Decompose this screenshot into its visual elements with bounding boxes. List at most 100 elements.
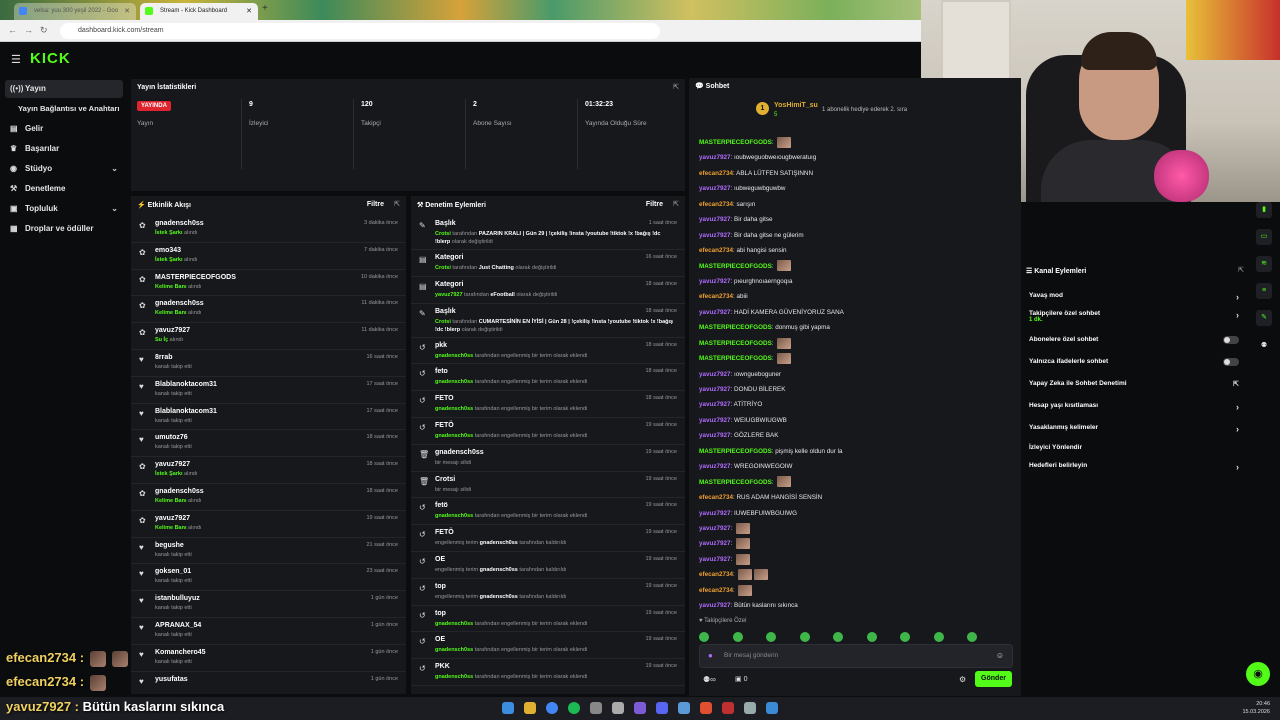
signal-tool-icon[interactable]: ≋	[1256, 256, 1272, 272]
chat-username[interactable]: yavuz7927	[699, 510, 731, 517]
sidebar-item-drops[interactable]: ▦ Droplar ve ödüller	[5, 220, 123, 238]
chat-username[interactable]: efecan2734	[699, 201, 733, 208]
chat-message[interactable]: yavuz7927: ıubweguwbguwbw	[699, 181, 1014, 196]
chat-message[interactable]: efecan2734:	[699, 583, 1014, 598]
chat-username[interactable]: efecan2734	[699, 571, 733, 578]
app-icon[interactable]	[744, 702, 756, 714]
chat-username[interactable]: yavuz7927	[699, 371, 731, 378]
channel-action-item[interactable]: Yasaklanmış kelimeler ›	[1029, 424, 1239, 434]
activity-row[interactable]: ✿ yavuz7927 Kelime Banı alındı 19 saat önce	[131, 511, 406, 538]
activity-row[interactable]: ♥ Blablanoktacom31 kanalı takip etti 17 saa…	[131, 404, 406, 431]
forward-icon[interactable]: →	[24, 25, 33, 35]
pinned-gift-leader[interactable]: 1 YosHimiT_su 5 1 abonelik hediye ederek…	[754, 100, 1014, 124]
chat-message[interactable]: yavuz7927: GÖZLERE BAK	[699, 428, 1014, 443]
activity-row[interactable]: ✿ gnadensch0ss Kelime Banı alındı 11 dakika…	[131, 296, 406, 324]
chat-message[interactable]: yavuz7927: HADİ KAMERA GÜVENİYORUZ SANA	[699, 305, 1014, 320]
chat-message[interactable]: yavuz7927: ATİTRİYO	[699, 397, 1014, 412]
chat-bubble-button[interactable]: ◉	[1246, 662, 1270, 686]
channel-action-item[interactable]: Yapay Zeka ile Sohbet Denetimi ⇱	[1029, 380, 1239, 388]
moderation-filter-button[interactable]: Filtre	[646, 201, 663, 208]
chat-message[interactable]: efecan2734:	[699, 567, 1014, 582]
moderation-row[interactable]: ▤ Kategori Crotsi tarafından Just Chatting…	[411, 250, 685, 277]
chat-username[interactable]: yavuz7927	[699, 278, 731, 285]
moderation-row[interactable]: ↺ pkk gnadensch0ss tarafından engellenmiş …	[411, 338, 685, 365]
moderation-row[interactable]: ↺ FETÖ gnadensch0ss tarafından engellenmiş…	[411, 418, 685, 445]
channel-action-item[interactable]: Yalnızca ifadelerle sohbet	[1029, 358, 1239, 366]
chat-message[interactable]: yavuz7927: WEIUGBWIUGWB	[699, 413, 1014, 428]
chat-username[interactable]: MASTERPIECEOFGODS	[699, 448, 772, 455]
chat-message[interactable]: efecan2734: abi hangisi sensin	[699, 243, 1014, 258]
chat-username[interactable]: MASTERPIECEOFGODS	[699, 263, 772, 270]
chat-username[interactable]: yavuz7927	[699, 232, 731, 239]
chat-username[interactable]: efecan2734	[699, 170, 733, 177]
sidebar-item-achievements[interactable]: ♛ Başarılar	[5, 140, 123, 158]
chat-username[interactable]: yavuz7927	[699, 525, 731, 532]
activity-row[interactable]: ✿ gnadensch0ss Kelime Banı alındı 18 saat ö…	[131, 484, 406, 511]
moderation-row[interactable]: ↺ PKK gnadensch0ss tarafından engellenmiş …	[411, 659, 685, 686]
chat-message[interactable]: yavuz7927: IUWEBFUIWBGUIWG	[699, 506, 1014, 521]
new-tab-icon[interactable]: +	[262, 3, 268, 14]
spotify-icon[interactable]	[568, 702, 580, 714]
browser-tab-kick[interactable]: Stream - Kick Dashboard ✕	[140, 3, 258, 20]
popout-icon[interactable]: ⇱	[673, 200, 679, 208]
steam-icon[interactable]	[678, 702, 690, 714]
moderation-row[interactable]: ↺ FETÖ engellenmiş terim gnadensch0ss tara…	[411, 525, 685, 552]
app-icon[interactable]	[766, 702, 778, 714]
chat-username[interactable]: yavuz7927	[699, 154, 731, 161]
chat-message[interactable]: MASTERPIECEOFGODS:	[699, 475, 1014, 490]
close-tab-icon[interactable]: ✕	[246, 3, 252, 20]
system-clock[interactable]: 20:46 15.03.2026	[1242, 700, 1270, 716]
chat-message[interactable]: yavuz7927:	[699, 552, 1014, 567]
activity-row[interactable]: ♥ Komanchero45 kanalı takip etti 1 gün önce	[131, 645, 406, 672]
chat-message[interactable]: yavuz7927: WREGOINWEGOIW	[699, 459, 1014, 474]
activity-row[interactable]: ♥ yusufatas 1 gün önce	[131, 672, 406, 699]
chat-username[interactable]: MASTERPIECEOFGODS	[699, 479, 772, 486]
chat-username[interactable]: yavuz7927	[699, 401, 731, 408]
users-tool-icon[interactable]: ⚉	[1256, 338, 1272, 354]
activity-row[interactable]: ♥ begushe kanalı takip etti 21 saat önce	[131, 538, 406, 565]
channel-action-item[interactable]: Hesap yaşı kısıtlaması ›	[1029, 402, 1239, 412]
moderation-row[interactable]: ↺ top gnadensch0ss tarafından engellenmiş …	[411, 606, 685, 633]
sidebar-item-community[interactable]: ▣ Topluluk ⌄	[5, 200, 123, 218]
chat-username[interactable]: efecan2734	[699, 494, 733, 501]
chat-username[interactable]: yavuz7927	[699, 216, 731, 223]
chat-input[interactable]: ● Bir mesaj gönderin ☺	[699, 644, 1013, 668]
app-icon[interactable]	[612, 702, 624, 714]
popout-icon[interactable]: ⇱	[394, 200, 400, 208]
points-icon[interactable]: ⚉∞	[703, 675, 716, 684]
chat-username[interactable]: MASTERPIECEOFGODS	[699, 355, 772, 362]
emote-icon[interactable]	[732, 632, 743, 642]
emote-icon[interactable]	[933, 632, 944, 642]
emote-icon[interactable]	[967, 632, 977, 642]
emote-icon[interactable]	[866, 632, 877, 642]
chat-username[interactable]: yavuz7927	[699, 602, 731, 609]
moderation-row[interactable]: ↺ feto gnadensch0ss tarafından engellenmiş…	[411, 364, 685, 392]
chat-username[interactable]: MASTERPIECEOFGODS	[699, 324, 772, 331]
obs-icon[interactable]	[590, 702, 602, 714]
chat-username[interactable]: yavuz7927	[699, 185, 731, 192]
chat-message[interactable]: MASTERPIECEOFGODS:	[699, 336, 1014, 351]
wrench-tool-icon[interactable]: ✎	[1256, 310, 1272, 326]
chat-username[interactable]: efecan2734	[699, 247, 733, 254]
channel-action-item[interactable]: İzleyici Yönlendir	[1029, 444, 1239, 451]
activity-row[interactable]: ♥ Blablanoktacom31 kanalı takip etti 17 saa…	[131, 377, 406, 404]
activity-row[interactable]: ✿ MASTERPIECEOFGODS Kelime Banı alındı 10 d…	[131, 270, 406, 297]
chat-username[interactable]: MASTERPIECEOFGODS	[699, 340, 772, 347]
activity-row[interactable]: ♥ goksen_01 kanalı takip etti 23 saat önce	[131, 564, 406, 592]
popout-icon[interactable]: ⇱	[673, 83, 679, 91]
chat-username[interactable]: yavuz7927	[699, 556, 731, 563]
activity-row[interactable]: ♥ APRANAX_54 kanalı takip etti 1 gün önce	[131, 618, 406, 645]
file-explorer-icon[interactable]	[524, 702, 536, 714]
activity-row[interactable]: ✿ yavuz7927 İstek Şarkı alındı 18 saat önce	[131, 457, 406, 484]
reload-icon[interactable]: ↻	[40, 25, 48, 36]
emote-icon[interactable]	[833, 632, 843, 642]
sidebar-item-moderation[interactable]: ⚒ Denetleme	[5, 180, 123, 198]
chat-message[interactable]: efecan2734: sarışın	[699, 197, 1014, 212]
back-icon[interactable]: ←	[8, 25, 17, 35]
discord-icon[interactable]	[656, 702, 668, 714]
chat-username[interactable]: yavuz7927	[699, 417, 731, 424]
moderation-row[interactable]: ▤ Kategori yavuz7927 tarafından eFootball …	[411, 277, 685, 304]
menu-icon[interactable]: ☰	[11, 53, 21, 66]
activity-row[interactable]: ♥ istanbulluyuz kanalı takip etti 1 gün önc…	[131, 591, 406, 618]
kick-logo[interactable]: KICK	[30, 50, 71, 67]
